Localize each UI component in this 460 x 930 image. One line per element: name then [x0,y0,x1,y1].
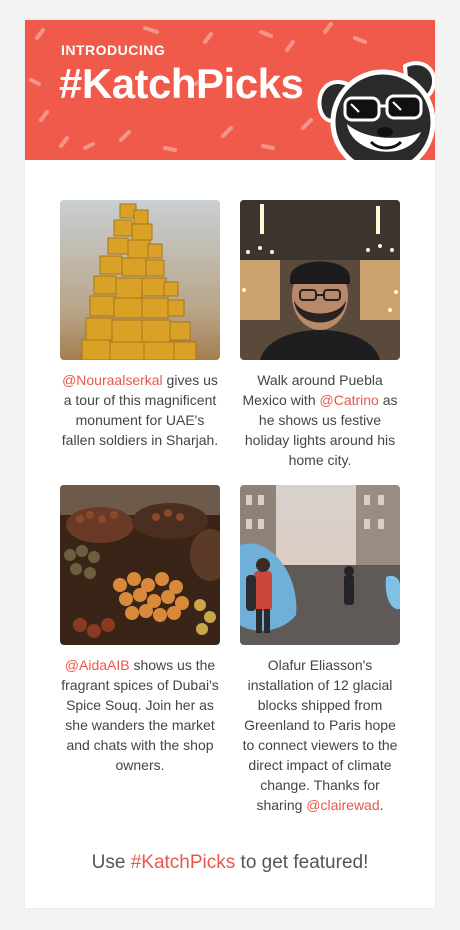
mention-link[interactable]: @Catrino [320,392,379,408]
man-with-holiday-lights-photo[interactable] [240,200,400,360]
call-to-action: Use #KatchPicks to get featured! [25,852,435,874]
header-banner: INTRODUCING #KatchPicks [25,20,435,160]
banner-headline: #KatchPicks [59,60,304,107]
cta-text: to get featured! [235,852,369,873]
mention-link[interactable]: @AidaAIB [65,657,130,673]
pick-caption-1: @Nouraalserkal gives us a tour of this m… [60,370,220,450]
pick-caption-4: Olafur Eliasson's installation of 12 gla… [240,655,400,815]
cta-text: Use [91,852,131,873]
pick-caption-3: @AidaAIB shows us the fragrant spices of… [60,655,220,775]
golden-cube-monument-photo[interactable] [60,200,220,360]
caption-text: Olafur Eliasson's installation of 12 gla… [242,657,398,813]
pick-tile-2[interactable]: Walk around Puebla Mexico with @Catrino … [240,200,400,470]
pick-tile-3[interactable]: @AidaAIB shows us the fragrant spices of… [60,485,220,775]
caption-text: . [379,797,384,813]
caption-text: shows us the fragrant spices of Dubai's … [61,657,219,773]
pick-tile-1[interactable]: @Nouraalserkal gives us a tour of this m… [60,200,220,450]
mention-link[interactable]: @Nouraalserkal [62,372,163,388]
mention-link[interactable]: @clairewad [306,797,379,813]
pick-tile-4[interactable]: Olafur Eliasson's installation of 12 gla… [240,485,400,815]
hashtag-link[interactable]: #KatchPicks [131,852,236,873]
newsletter-card: INTRODUCING #KatchPicks @Nouraalserkal g… [25,20,435,908]
glacial-blocks-paris-photo[interactable] [240,485,400,645]
sunglasses-dog-mascot-icon [317,61,435,160]
spice-souq-photo[interactable] [60,485,220,645]
banner-eyebrow: INTRODUCING [61,42,166,58]
pick-caption-2: Walk around Puebla Mexico with @Catrino … [240,370,400,470]
